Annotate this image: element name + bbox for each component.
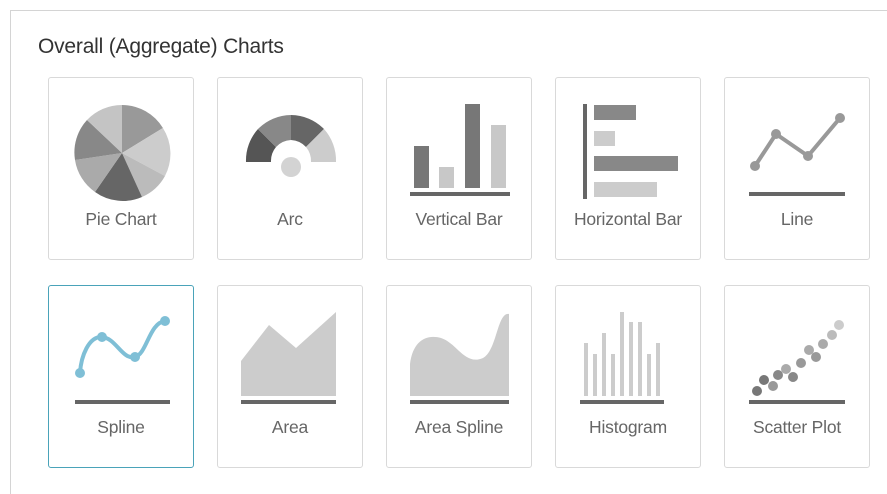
histogram-chart-icon (580, 312, 664, 404)
aggregate-charts-panel: Overall (Aggregate) Charts Pie Chart Arc… (10, 10, 887, 494)
tile-label: Line (780, 209, 814, 229)
scatter-plot-icon (749, 320, 845, 404)
tile-label: Arc (277, 209, 303, 229)
tile-horizontal-bar[interactable]: Horizontal Bar (555, 77, 701, 260)
tile-histogram[interactable]: Histogram (555, 285, 701, 468)
panel-title: Overall (Aggregate) Charts (38, 35, 284, 58)
vertical-bar-chart-icon (410, 104, 510, 196)
tile-scatter-plot[interactable]: Scatter Plot (724, 285, 870, 468)
tile-pie-chart[interactable]: Pie Chart (48, 77, 194, 260)
chart-type-grid: Pie Chart Arc Vertical Bar Horizontal Ba… (48, 77, 870, 468)
tile-arc[interactable]: Arc (217, 77, 363, 260)
area-spline-chart-icon (410, 313, 509, 404)
tile-spline[interactable]: Spline (48, 285, 194, 468)
tile-area-spline[interactable]: Area Spline (386, 285, 532, 468)
spline-chart-icon (75, 316, 170, 404)
horizontal-bar-chart-icon (583, 104, 678, 199)
tile-vertical-bar[interactable]: Vertical Bar (386, 77, 532, 260)
tile-label: Vertical Bar (415, 209, 503, 229)
arc-chart-icon (245, 115, 337, 177)
tile-label: Scatter Plot (752, 417, 842, 437)
tile-label: Spline (97, 417, 145, 437)
tile-label: Area Spline (414, 417, 504, 437)
tile-area[interactable]: Area (217, 285, 363, 468)
tile-label: Histogram (589, 417, 667, 437)
line-chart-icon (749, 113, 845, 196)
pie-chart-icon (74, 104, 171, 201)
tile-line[interactable]: Line (724, 77, 870, 260)
tile-label: Horizontal Bar (573, 209, 683, 229)
area-chart-icon (241, 312, 336, 404)
tile-label: Pie Chart (85, 209, 157, 229)
tile-label: Area (271, 417, 309, 437)
